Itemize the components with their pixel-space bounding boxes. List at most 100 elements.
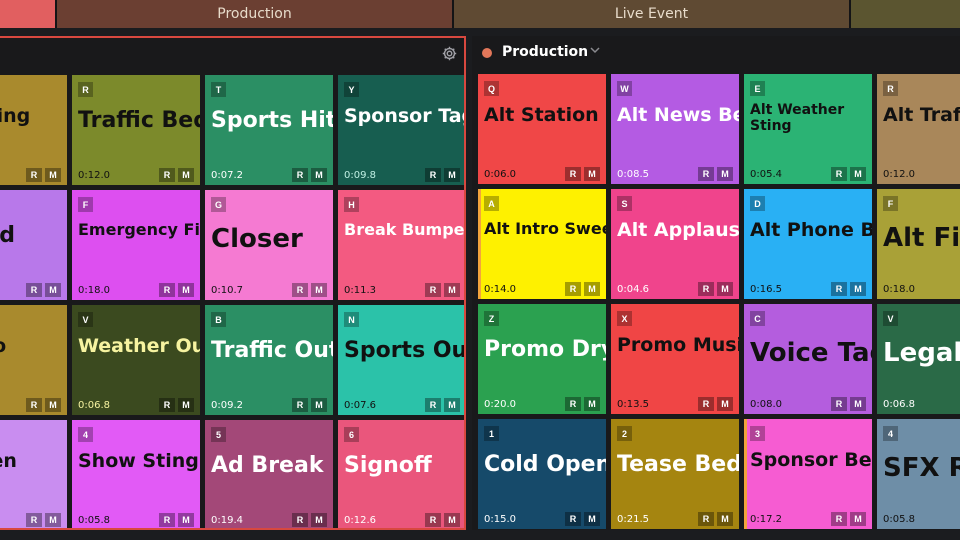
pad-mute-button[interactable]: M: [717, 512, 733, 526]
sound-pad[interactable]: er Sting RM: [0, 75, 67, 185]
sound-pad[interactable]: H Break Bumper 0:11.3 R M: [338, 190, 464, 300]
pad-mute-button[interactable]: M: [444, 283, 460, 297]
pad-repeat-button[interactable]: R: [425, 513, 441, 527]
pad-mute-button[interactable]: M: [178, 168, 194, 182]
pad-repeat-button[interactable]: R: [26, 168, 42, 182]
pad-repeat-button[interactable]: R: [831, 397, 847, 411]
sound-pad[interactable]: Outro RM: [0, 305, 67, 415]
sound-pad[interactable]: F Emergency Fill 0:18.0 R M: [72, 190, 200, 300]
pad-mute-button[interactable]: M: [584, 397, 600, 411]
pad-repeat-button[interactable]: R: [565, 282, 581, 296]
pad-duration: 0:05.4: [750, 169, 782, 180]
pad-repeat-button[interactable]: R: [425, 398, 441, 412]
sound-pad[interactable]: FAlt Fi0:18.0RM: [877, 189, 960, 299]
pad-repeat-button[interactable]: R: [831, 167, 847, 181]
pad-repeat-button[interactable]: R: [698, 397, 714, 411]
pad-mute-button[interactable]: M: [850, 167, 866, 181]
pad-repeat-button[interactable]: R: [565, 167, 581, 181]
pad-mute-button[interactable]: M: [850, 512, 866, 526]
pad-mute-button[interactable]: M: [178, 398, 194, 412]
panel-title[interactable]: Production: [502, 44, 588, 60]
pad-mute-button[interactable]: M: [178, 513, 194, 527]
tab-partial-0[interactable]: [0, 0, 55, 28]
pad-repeat-button[interactable]: R: [831, 282, 847, 296]
pad-repeat-button[interactable]: R: [159, 513, 175, 527]
pad-mute-button[interactable]: M: [311, 283, 327, 297]
pad-repeat-button[interactable]: R: [425, 283, 441, 297]
sound-pad[interactable]: C Voice Tag 0:08.0 RM: [744, 304, 872, 414]
sound-pad[interactable]: T Sports Hit 0:07.2 R M: [205, 75, 333, 185]
gear-icon[interactable]: [441, 45, 458, 62]
pad-mute-button[interactable]: M: [584, 282, 600, 296]
tab-live-event[interactable]: Live Event: [454, 0, 849, 28]
pad-mute-button[interactable]: M: [311, 168, 327, 182]
sound-pad[interactable]: 1 Cold Open 0:15.0 R M: [478, 419, 606, 529]
hotkey-badge: 1: [484, 426, 499, 441]
pad-repeat-button[interactable]: R: [26, 283, 42, 297]
sound-pad[interactable]: V Weather Out 0:06.8 RM: [72, 305, 200, 415]
sound-pad[interactable]: 2 Tease Bed 0:21.5 R M: [611, 419, 739, 529]
pad-mute-button[interactable]: M: [444, 398, 460, 412]
pad-mute-button[interactable]: M: [444, 168, 460, 182]
pad-mute-button[interactable]: M: [178, 283, 194, 297]
pad-mute-button[interactable]: M: [311, 513, 327, 527]
sound-pad[interactable]: Z Promo Dry 0:20.0 R M: [478, 304, 606, 414]
pad-duration: 0:06.0: [484, 169, 516, 180]
sound-pad[interactable]: 6 Signoff 0:12.6 R M: [338, 420, 464, 528]
sound-pad[interactable]: t Open RM: [0, 420, 67, 528]
sound-pad[interactable]: G Closer 0:10.7 R M: [205, 190, 333, 300]
hotkey-badge: R: [78, 82, 93, 97]
pad-repeat-button[interactable]: R: [698, 282, 714, 296]
pad-mute-button[interactable]: M: [584, 167, 600, 181]
pad-mute-button[interactable]: M: [45, 283, 61, 297]
pad-mute-button[interactable]: M: [850, 397, 866, 411]
sound-pad[interactable]: S Alt Applause 0:04.6 RM: [611, 189, 739, 299]
sound-pad[interactable]: D Alt Phone Bed 0:16.5 RM: [744, 189, 872, 299]
pad-repeat-button[interactable]: R: [26, 398, 42, 412]
pad-repeat-button[interactable]: R: [698, 512, 714, 526]
pad-repeat-button[interactable]: R: [292, 398, 308, 412]
pad-repeat-button[interactable]: R: [425, 168, 441, 182]
pad-mute-button[interactable]: M: [45, 398, 61, 412]
sound-pad[interactable]: W Alt News Bed 0:08.5 RM: [611, 74, 739, 184]
pad-mute-button[interactable]: M: [584, 512, 600, 526]
sound-pad[interactable]: 4 Show Sting 0:05.8 R M: [72, 420, 200, 528]
pad-repeat-button[interactable]: R: [159, 168, 175, 182]
pad-repeat-button[interactable]: R: [565, 512, 581, 526]
sound-pad[interactable]: R Traffic Bed 0:12.0 R M: [72, 75, 200, 185]
pad-repeat-button[interactable]: R: [159, 398, 175, 412]
pad-repeat-button[interactable]: R: [26, 513, 42, 527]
sound-pad[interactable]: e Bed RM: [0, 190, 67, 300]
sound-pad[interactable]: 3 Sponsor Bed 0:17.2 R M: [744, 419, 872, 529]
pad-repeat-button[interactable]: R: [698, 167, 714, 181]
pad-repeat-button[interactable]: R: [292, 283, 308, 297]
sound-pad[interactable]: A Alt Intro Sweep 0:14.0 RM: [478, 189, 606, 299]
sound-pad[interactable]: X Promo Music 0:13.5 RM: [611, 304, 739, 414]
pad-mute-button[interactable]: M: [717, 282, 733, 296]
pad-repeat-button[interactable]: R: [292, 513, 308, 527]
pad-mute-button[interactable]: M: [45, 168, 61, 182]
hotkey-badge: 6: [344, 427, 359, 442]
pad-mute-button[interactable]: M: [717, 167, 733, 181]
pad-mute-button[interactable]: M: [444, 513, 460, 527]
sound-pad[interactable]: N Sports Out 0:07.6 R M: [338, 305, 464, 415]
sound-pad[interactable]: E Alt Weather Sting 0:05.4 R M: [744, 74, 872, 184]
pad-repeat-button[interactable]: R: [831, 512, 847, 526]
sound-pad[interactable]: Y Sponsor Tag 0:09.8 R M: [338, 75, 464, 185]
pad-mute-button[interactable]: M: [45, 513, 61, 527]
pad-repeat-button[interactable]: R: [159, 283, 175, 297]
pad-repeat-button[interactable]: R: [292, 168, 308, 182]
sound-pad[interactable]: B Traffic Out 0:09.2 R M: [205, 305, 333, 415]
sound-pad[interactable]: Q Alt Station ID 0:06.0 RM: [478, 74, 606, 184]
tab-partial-3[interactable]: [851, 0, 960, 28]
sound-pad[interactable]: RAlt Traffic0:12.0RM: [877, 74, 960, 184]
pad-mute-button[interactable]: M: [311, 398, 327, 412]
sound-pad[interactable]: 4SFX R0:05.8RM: [877, 419, 960, 529]
pad-mute-button[interactable]: M: [717, 397, 733, 411]
tab-production[interactable]: Production: [57, 0, 452, 28]
chevron-down-icon[interactable]: [589, 44, 601, 59]
pad-mute-button[interactable]: M: [850, 282, 866, 296]
sound-pad[interactable]: VLegal0:06.8RM: [877, 304, 960, 414]
sound-pad[interactable]: 5 Ad Break 0:19.4 R M: [205, 420, 333, 528]
pad-repeat-button[interactable]: R: [565, 397, 581, 411]
